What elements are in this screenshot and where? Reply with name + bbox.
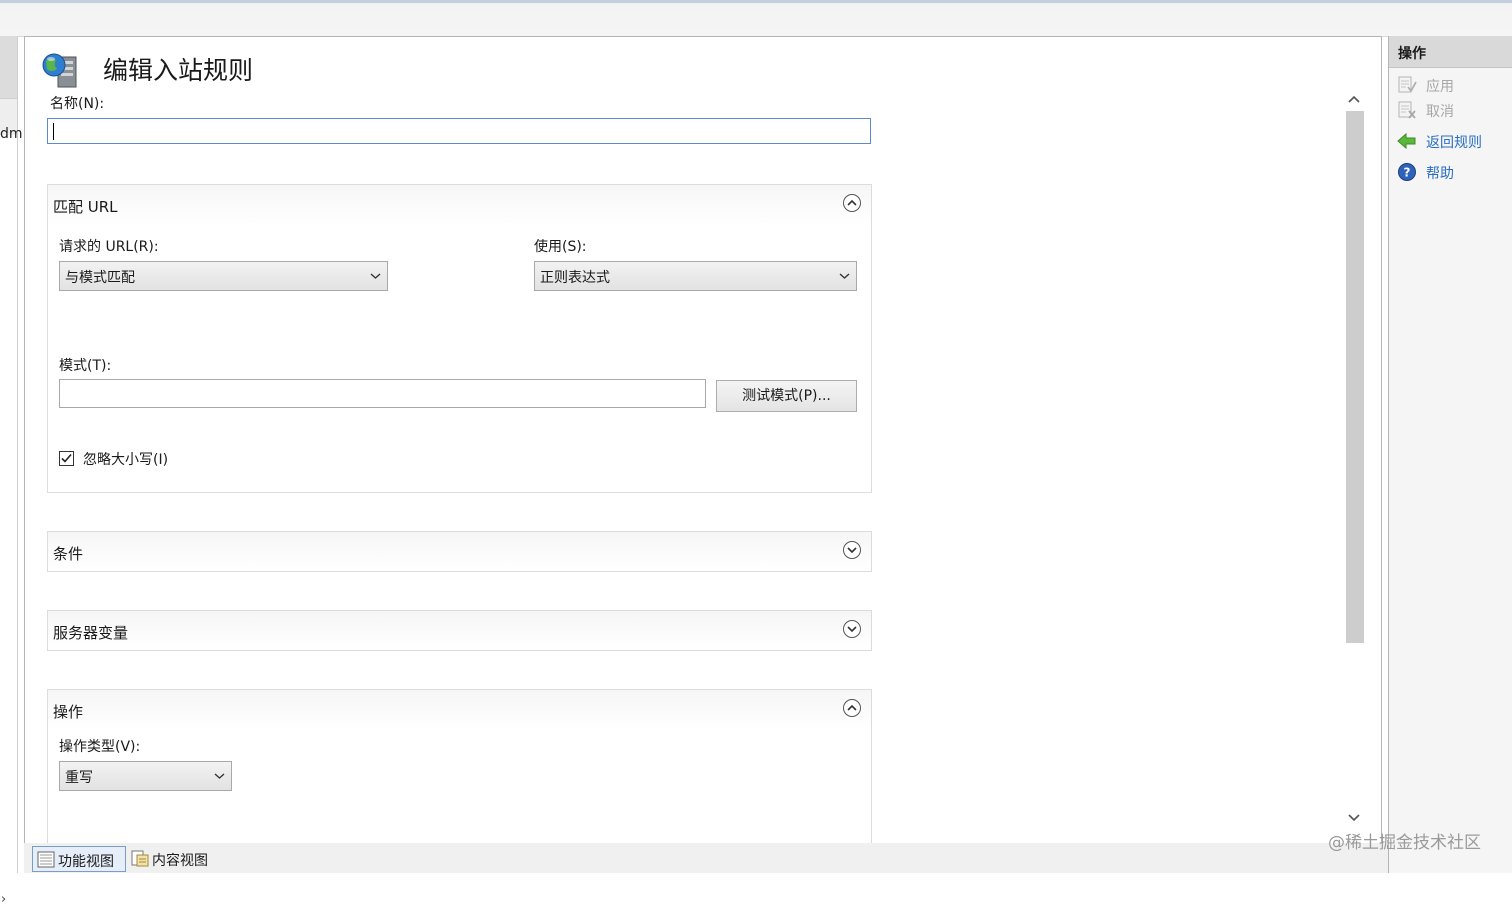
tab-features-view-label: 功能视图 xyxy=(58,854,114,870)
using-label: 使用(S): xyxy=(534,239,587,255)
tab-features-view[interactable]: 功能视图 xyxy=(32,846,126,872)
view-switcher-bar: 功能视图 内容视图 xyxy=(24,843,1388,873)
requested-url-label: 请求的 URL(R): xyxy=(59,239,159,255)
name-label: 名称(N): xyxy=(50,96,105,112)
match-url-section: 匹配 URL 请求的 URL(R): 与模式匹配 使用(S): 正则表达式 模式… xyxy=(47,184,872,493)
actions-pane-header: 操作 xyxy=(1389,36,1512,68)
conditions-title: 条件 xyxy=(53,545,84,563)
features-view-icon xyxy=(37,851,55,868)
content-view-icon xyxy=(131,850,149,867)
connections-pane: dm › xyxy=(0,36,23,907)
scroll-down-icon[interactable] xyxy=(1348,813,1360,822)
pattern-label: 模式(T): xyxy=(59,358,112,374)
rule-editor-panel: 编辑入站规则 名称(N): 匹配 URL 请求的 URL(R): 与模式匹配 使… xyxy=(24,36,1382,844)
ignore-case-label[interactable]: 忽略大小写(I) xyxy=(83,449,168,469)
chevron-down-icon xyxy=(370,273,381,279)
action-help-label: 帮助 xyxy=(1426,166,1454,182)
conditions-section[interactable]: 条件 xyxy=(47,531,872,572)
chevron-up-icon xyxy=(847,704,857,711)
using-select[interactable]: 正则表达式 xyxy=(534,261,857,291)
chevron-down-icon xyxy=(847,626,857,633)
top-accent-line xyxy=(0,0,1512,3)
apply-icon xyxy=(1398,76,1417,93)
pattern-input[interactable] xyxy=(59,379,706,408)
action-title: 操作 xyxy=(53,703,84,721)
server-variables-section[interactable]: 服务器变量 xyxy=(47,610,872,651)
chevron-down-icon xyxy=(214,773,225,779)
expand-pane-icon[interactable]: › xyxy=(1,892,6,907)
expand-conditions-button[interactable] xyxy=(843,541,861,559)
requested-url-value: 与模式匹配 xyxy=(65,270,135,286)
vertical-scrollbar[interactable] xyxy=(1345,91,1364,827)
tab-content-view[interactable]: 内容视图 xyxy=(127,846,221,872)
expand-server-variables-button[interactable] xyxy=(843,620,861,638)
window-top-bar xyxy=(0,0,1512,37)
test-pattern-button[interactable]: 测试模式(P)... xyxy=(716,380,857,412)
action-type-label: 操作类型(V): xyxy=(59,739,141,755)
action-section: 操作 操作类型(V): 重写 xyxy=(47,689,872,843)
action-back-to-rules-label: 返回规则 xyxy=(1426,135,1482,151)
back-arrow-icon xyxy=(1397,132,1416,150)
actions-pane: 操作 应用 取消 返回规则 ? 帮助 xyxy=(1388,36,1512,873)
tree-node-label[interactable]: dm xyxy=(0,126,23,142)
action-type-value: 重写 xyxy=(65,770,93,786)
tab-content-view-label: 内容视图 xyxy=(152,853,208,869)
scrollbar-thumb[interactable] xyxy=(1346,111,1364,643)
text-caret xyxy=(53,123,54,140)
checkmark-icon xyxy=(61,453,72,463)
action-apply-label: 应用 xyxy=(1426,79,1454,95)
page-title: 编辑入站规则 xyxy=(103,56,254,85)
collapse-action-button[interactable] xyxy=(843,699,861,717)
requested-url-select[interactable]: 与模式匹配 xyxy=(59,261,388,291)
chevron-up-icon xyxy=(847,199,857,206)
server-variables-title: 服务器变量 xyxy=(53,624,129,642)
name-input[interactable] xyxy=(47,118,871,144)
ignore-case-checkbox[interactable] xyxy=(59,451,74,466)
help-icon: ? xyxy=(1398,163,1416,181)
actions-pane-title: 操作 xyxy=(1398,46,1426,62)
action-type-select[interactable]: 重写 xyxy=(59,761,232,791)
collapse-match-url-button[interactable] xyxy=(843,194,861,212)
watermark: @稀土掘金技术社区 xyxy=(1328,833,1481,853)
using-value: 正则表达式 xyxy=(540,270,610,286)
connections-pane-header xyxy=(0,36,17,98)
chevron-down-icon xyxy=(847,547,857,554)
action-cancel-label: 取消 xyxy=(1426,104,1454,120)
chevron-down-icon xyxy=(839,273,850,279)
match-url-title: 匹配 URL xyxy=(53,198,118,216)
scroll-up-icon[interactable] xyxy=(1348,95,1360,104)
server-globe-icon xyxy=(42,53,77,88)
cancel-icon xyxy=(1398,101,1416,119)
svg-text:?: ? xyxy=(1404,166,1411,180)
